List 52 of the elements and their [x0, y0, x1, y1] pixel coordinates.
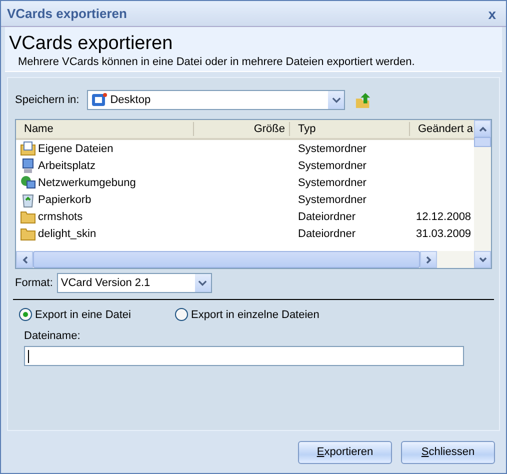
arrow-right-icon: [426, 256, 432, 264]
file-type: Dateiordner: [297, 210, 356, 222]
close-dialog-button[interactable]: Schliessen: [401, 440, 495, 464]
column-header[interactable]: Name: [16, 122, 194, 136]
recycle-bin-icon: [20, 192, 36, 208]
horizontal-scrollbar[interactable]: [16, 251, 474, 268]
file-name[interactable]: Netzwerkumgebung: [16, 174, 194, 190]
arrow-up-icon: [478, 126, 486, 132]
scroll-thumb[interactable]: [474, 137, 491, 147]
radio-button[interactable]: [175, 308, 188, 321]
file-type: Systemordner: [297, 176, 368, 188]
chevron-down-icon: [198, 280, 208, 286]
file-name[interactable]: delight_skin: [16, 226, 194, 242]
network-icon: [20, 174, 36, 190]
arrow-down-icon: [478, 256, 486, 262]
file-name[interactable]: Eigene Dateien: [16, 140, 194, 156]
window-title: VCards exportieren: [7, 6, 127, 21]
file-name[interactable]: Arbeitsplatz: [16, 158, 194, 174]
export-button[interactable]: Exportieren: [298, 440, 392, 464]
file-date: 12.12.2008: [415, 210, 472, 222]
radio-button[interactable]: [19, 308, 32, 321]
chevron-down-icon: [332, 97, 341, 103]
filename-field[interactable]: [24, 346, 464, 366]
save-in-label: Speichern in:: [15, 94, 80, 106]
close-button[interactable]: x: [484, 6, 500, 22]
file-type: Dateiordner: [297, 228, 356, 240]
documents-folder-icon: [20, 140, 36, 156]
format-label: Format:: [15, 277, 53, 289]
scroll-thumb[interactable]: [33, 251, 420, 268]
dialog-heading: VCards exportieren: [9, 34, 174, 54]
column-header[interactable]: Größe: [194, 122, 290, 136]
file-name[interactable]: crmshots: [16, 208, 194, 224]
filename-label: Dateiname:: [24, 330, 82, 342]
arrow-left-icon: [22, 256, 28, 264]
export-option[interactable]: Export in eine Datei: [19, 308, 175, 321]
column-header[interactable]: Geändert a: [410, 122, 474, 136]
export-option[interactable]: Export in einzelne Dateien: [175, 308, 331, 321]
save-in-dropdown[interactable]: Desktop: [87, 90, 346, 110]
file-date: 31.03.2009: [415, 228, 472, 240]
folder-up-icon[interactable]: [355, 92, 372, 108]
file-type: Systemordner: [297, 160, 368, 172]
format-dropdown[interactable]: VCard Version 2.1: [56, 273, 212, 293]
folder-icon: [20, 226, 36, 242]
file-name[interactable]: Papierkorb: [16, 192, 194, 208]
dialog-description: Mehrere VCards können in eine Datei oder in mehrere Dateien exportiert werden.: [18, 56, 416, 68]
computer-icon: [20, 158, 36, 174]
vertical-scrollbar[interactable]: [474, 120, 491, 268]
file-type: Systemordner: [297, 194, 368, 206]
column-header[interactable]: Typ: [290, 122, 410, 136]
file-type: Systemordner: [297, 142, 368, 154]
folder-icon: [20, 208, 36, 224]
desktop-icon: [91, 92, 108, 108]
